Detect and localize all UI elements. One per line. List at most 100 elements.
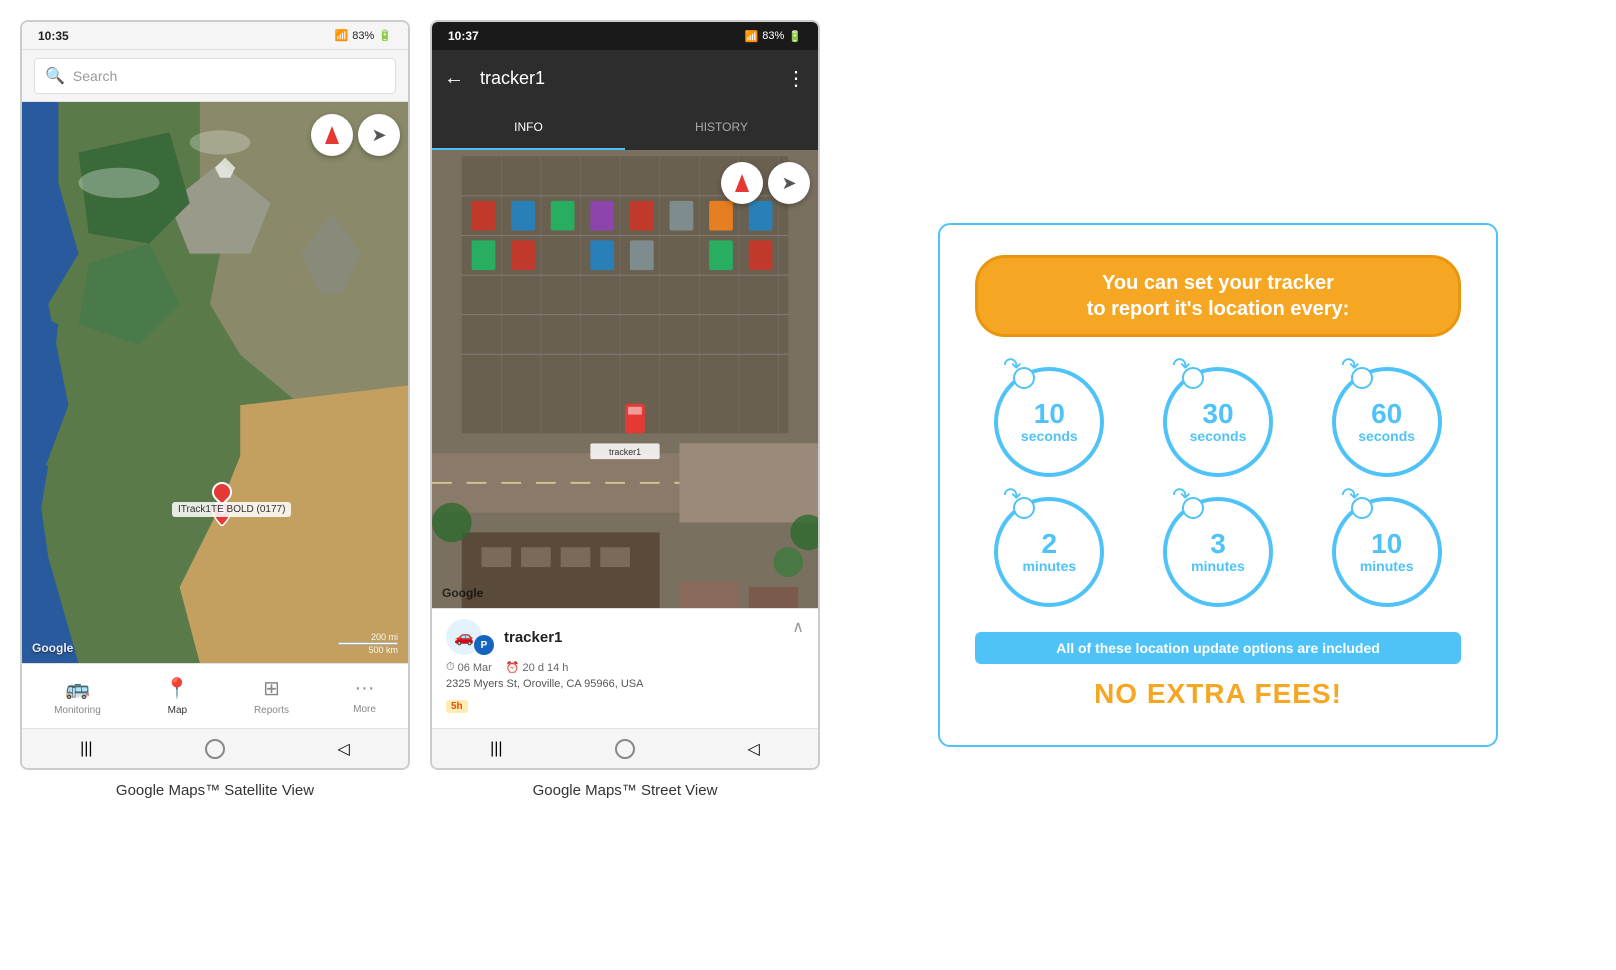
time-circle-10min: ↶ 10 minutes [1332,497,1442,607]
phone1-bottom-nav: 🚌 Monitoring 📍 Map ⊞ Reports ··· More [22,663,408,728]
phone2-header: ← tracker1 ⋮ [432,50,818,106]
monitoring-icon: 🚌 [65,676,90,701]
arrow-icon-3: ↶ [1003,483,1021,509]
phone2-battery-icon: 🔋 [788,30,802,43]
phone2-compass-arrow-icon [735,174,749,192]
tracker-header-title: tracker1 [480,68,770,89]
compass-button[interactable] [311,114,353,156]
time-circle-10sec: ↶ 10 seconds [994,367,1104,477]
tracker-pin[interactable] [212,482,232,502]
search-input[interactable]: Search [73,68,117,84]
tracker-detail-panel: ∧ 🚗 P tracker1 ⏱ 06 Mar ⏰ 20 d 14 h 2325… [432,608,818,728]
phone2-compass-button[interactable] [721,162,763,204]
more-label: More [353,704,376,715]
phone2-android-recents-area[interactable]: ◁ [742,737,766,761]
phone1-time: 10:35 [38,29,69,43]
circle-item-1: ↶ 30 seconds [1144,367,1293,477]
compass-arrow-icon [325,126,339,144]
circle-item-0: ↶ 10 seconds [975,367,1124,477]
phone2-caption: Google Maps™ Street View [533,782,718,799]
tab-info-label: INFO [514,120,543,134]
phone2-status-icons: 📶 83% 🔋 [745,30,802,43]
satellite-map-svg [22,102,408,663]
tracker-date: 06 Mar [458,662,492,674]
scale-text-2: 500 km [368,645,398,655]
street-map-background: tracker1 [432,150,818,608]
tracker-duration-item: ⏰ 20 d 14 h [506,661,569,674]
phone2-status-bar: 10:37 📶 83% 🔋 [432,22,818,50]
tracker-icon-group: 🚗 P [446,619,494,655]
circle-item-4: ↶ 3 minutes [1144,497,1293,607]
tracker-duration: 20 d 14 h [523,662,569,674]
phone1-android-nav: ||| ◁ [22,728,408,768]
circles-grid: ↶ 10 seconds ↶ 30 seconds ↶ 60 seconds [975,367,1461,607]
phone2-android-back-area[interactable]: ||| [484,737,508,761]
phone2-signal-icon: 📶 [745,30,759,43]
time-circle-30sec: ↶ 30 seconds [1163,367,1273,477]
tracker-meta: ⏱ 06 Mar ⏰ 20 d 14 h [446,661,804,674]
tracker-label: ITrack1TE BOLD (0177) [172,502,291,517]
circle-unit-3: minutes [1022,558,1076,574]
blue-banner: All of these location update options are… [975,632,1461,664]
android-home-circle-icon [205,739,225,759]
circle-unit-5: minutes [1360,558,1414,574]
tracker-address: 2325 Myers St, Oroville, CA 95966, USA [446,678,804,690]
info-card-title: You can set your tracker to report it's … [975,255,1461,337]
tab-info[interactable]: INFO [432,106,625,150]
phone2-time: 10:37 [448,29,479,43]
time-badge: 5h [446,700,468,713]
arrow-icon-4: ↶ [1172,483,1190,509]
phone2-android-lines-icon: ||| [490,740,502,758]
street-map-area[interactable]: tracker1 ➤ Google [432,150,818,608]
satellite-map-area[interactable]: ➤ ITrack1TE BOLD (0177) Google 200 mi 50… [22,102,408,663]
tab-history-label: HISTORY [695,120,748,134]
back-button[interactable]: ← [444,67,464,90]
phone2-android-home-area[interactable] [613,737,637,761]
reports-label: Reports [254,705,289,716]
tab-history[interactable]: HISTORY [625,106,818,150]
arrow-icon-2: ↶ [1341,353,1359,379]
tracker-date-item: ⏱ 06 Mar [446,661,492,674]
street-map-svg: tracker1 [432,150,818,608]
circle-unit-1: seconds [1190,428,1247,444]
navigate-button[interactable]: ➤ [358,114,400,156]
map-label: Map [168,705,187,716]
android-nav-lines-icon: ||| [80,740,92,758]
nav-monitoring[interactable]: 🚌 Monitoring [54,676,101,716]
svg-text:tracker1: tracker1 [609,447,641,457]
tracker-detail-header: 🚗 P tracker1 [446,619,804,655]
nav-map[interactable]: 📍 Map [165,676,190,716]
circle-unit-2: seconds [1358,428,1415,444]
reports-icon: ⊞ [263,676,280,701]
scale-indicator: 200 mi 500 km [338,632,398,655]
phone1-battery: 83% [352,30,374,42]
phone2-android-home-icon [615,739,635,759]
expand-button[interactable]: ∧ [792,617,804,637]
circle-number-0: 10 [1034,400,1065,428]
android-recents-area[interactable]: ◁ [332,737,356,761]
phone1-caption: Google Maps™ Satellite View [116,782,314,799]
phone2-navigate-button[interactable]: ➤ [768,162,810,204]
info-title-line1: You can set your tracker [1102,272,1334,294]
circle-number-3: 2 [1042,530,1058,558]
nav-reports[interactable]: ⊞ Reports [254,676,289,716]
circle-item-3: ↶ 2 minutes [975,497,1124,607]
scale-text-1: 200 mi [371,632,398,642]
google-watermark-1: Google [32,641,73,655]
nav-more[interactable]: ··· More [353,677,376,715]
search-input-box[interactable]: 🔍 Search [34,58,396,94]
phone1-status-bar: 10:35 📶 83% 🔋 [22,22,408,50]
phone1-wrapper: 10:35 📶 83% 🔋 🔍 Search [20,20,410,799]
circle-unit-0: seconds [1021,428,1078,444]
map-icon: 📍 [165,676,190,701]
phone2-frame: 10:37 📶 83% 🔋 ← tracker1 ⋮ INFO HISTORY [430,20,820,770]
android-back-area[interactable]: ||| [74,737,98,761]
info-panel: You can set your tracker to report it's … [840,20,1596,950]
monitoring-label: Monitoring [54,705,101,716]
circle-item-2: ↶ 60 seconds [1312,367,1461,477]
clock-icon: ⏱ [446,661,455,674]
phone1-signal-icon: 📶 [335,29,349,42]
android-home-area[interactable] [203,737,227,761]
more-options-button[interactable]: ⋮ [786,66,806,91]
satellite-map-background [22,102,408,663]
